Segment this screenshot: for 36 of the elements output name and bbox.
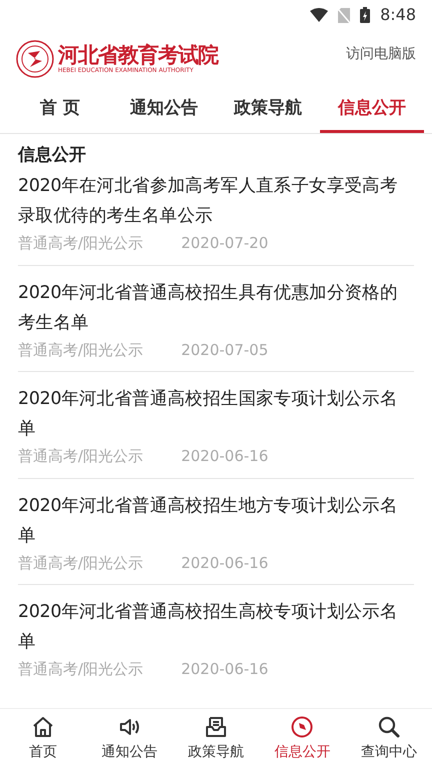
article-date: 2020-07-20: [181, 233, 268, 254]
inbox-icon: [204, 714, 228, 738]
article-date: 2020-06-16: [181, 446, 268, 467]
nav-tab[interactable]: 首 页: [8, 88, 112, 133]
article-date: 2020-06-16: [181, 659, 268, 680]
article-title[interactable]: 2020年河北省普通高校招生具有优惠加分资格的考生名单: [18, 278, 414, 338]
nav-tab[interactable]: 信息公开: [320, 88, 424, 133]
article-category: 普通高考/阳光公示: [18, 552, 144, 574]
clock-time: 8:48: [380, 4, 416, 26]
article-title[interactable]: 2020年河北省普通高校招生国家专项计划公示名单: [18, 384, 414, 444]
desktop-version-link[interactable]: 访问电脑版: [346, 44, 416, 65]
article-category: 普通高考/阳光公示: [18, 340, 144, 360]
article-title[interactable]: 2020年在河北省参加高考军人直系子女享受高考录取优待的考生名单公示: [18, 171, 414, 231]
search-icon: [376, 714, 401, 738]
article-date: 2020-06-16: [181, 552, 268, 574]
article-category: 普通高考/阳光公示: [18, 233, 144, 254]
bottom-nav-item[interactable]: 信息公开: [259, 709, 346, 768]
wifi-icon: [310, 8, 328, 22]
emblem-icon: [16, 40, 54, 78]
compass-icon: [290, 714, 314, 738]
no-sim-icon: [338, 8, 350, 22]
logo-title: 河北省教育考试院: [58, 43, 218, 67]
bottom-nav-item[interactable]: 查询中心: [346, 709, 432, 768]
article-date: 2020-07-05: [181, 340, 268, 360]
bottom-nav-item[interactable]: 通知公告: [86, 709, 173, 768]
nav-tab[interactable]: 政策导航: [216, 88, 320, 133]
article-category: 普通高考/阳光公示: [18, 446, 144, 467]
section-title: 信息公开: [18, 144, 87, 167]
bottom-nav-item[interactable]: 首页: [0, 709, 86, 768]
bottom-nav-item[interactable]: 政策导航: [172, 709, 260, 768]
battery-icon: [360, 7, 370, 23]
home-icon: [31, 714, 56, 738]
article-category: 普通高考/阳光公示: [18, 659, 144, 680]
nav-tab[interactable]: 通知公告: [112, 88, 216, 133]
article-title[interactable]: 2020年河北省普通高校招生地方专项计划公示名单: [18, 490, 414, 550]
article-title[interactable]: 2020年河北省普通高校招生高校专项计划公示名单: [18, 597, 414, 657]
